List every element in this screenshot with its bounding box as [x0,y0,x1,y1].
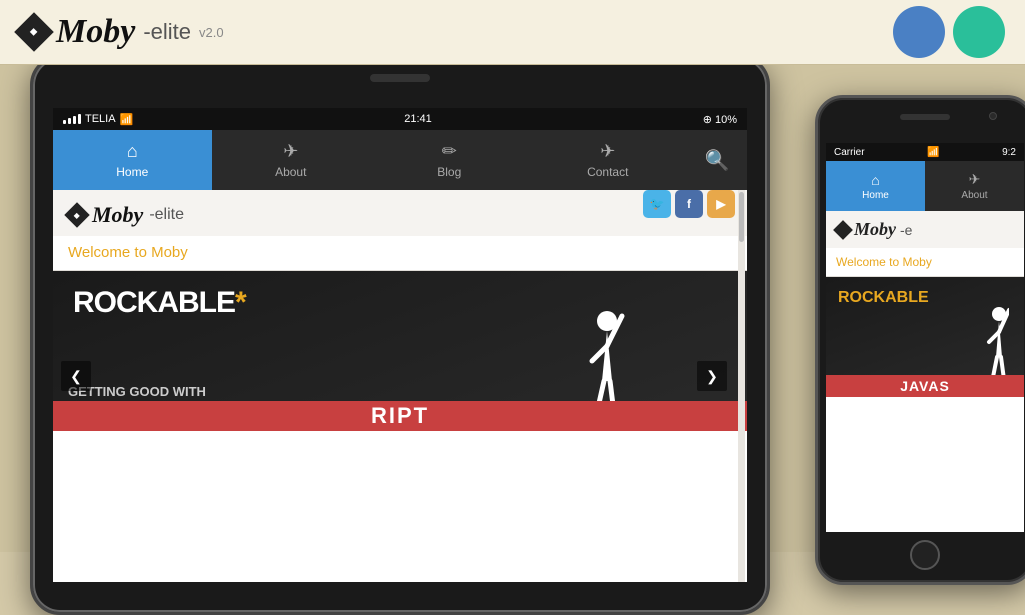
phone-nav-home[interactable]: ⌂ Home [826,161,925,211]
bar1 [63,120,66,124]
nav-blog[interactable]: ✏ Blog [370,130,529,190]
logo-elite-text: -elite [143,19,191,45]
phone-wifi-icon: 📶 [927,147,939,158]
phone-javas-text: JAVAS [900,378,950,394]
signal-bars [63,114,81,124]
carousel-next-button[interactable]: ❯ [697,361,727,391]
phone-home-button[interactable] [910,540,940,570]
tablet-wifi-icon: 📶 [120,113,134,126]
phone-camera [989,112,997,120]
phone-welcome-section: Welcome to Moby [826,248,1024,277]
phone-status-bar: Carrier 📶 9:2 [826,143,1024,161]
logo-diamond-icon [14,12,54,52]
twitter-icon[interactable]: 🐦 [643,190,671,218]
blog-icon: ✏ [442,141,457,162]
nav-contact[interactable]: ✈ Contact [529,130,688,190]
search-button[interactable]: 🔍 [687,130,747,190]
search-icon: 🔍 [705,148,730,173]
tablet-time: 21:41 [404,113,432,125]
nav-about-label: About [275,165,306,179]
tablet-status-bar: TELIA 📶 21:41 ⊕ 10% [53,108,747,130]
phone-logo-elite: -e [900,222,912,238]
carousel-prev-button[interactable]: ❮ [61,361,91,391]
phone-carrier: Carrier [834,147,865,158]
header: Moby -elite v2.0 [0,0,1025,65]
phone-about-icon: ✈ [969,171,981,188]
rockable-title: ROCKABLE* [73,286,246,320]
phone-content-logo: Moby -e [826,211,1024,248]
phone-speaker [900,114,950,120]
home-icon: ⌂ [127,141,138,162]
script-text: RIPT [371,403,429,429]
circle-blue[interactable] [893,6,945,58]
book-image-area: ROCKABLE* [53,271,747,431]
content-logo-elite: -elite [149,206,184,224]
nav-home[interactable]: ⌂ Home [53,130,212,190]
about-icon: ✈ [283,141,298,162]
rss-icon[interactable]: ▶ [707,190,735,218]
tablet-screen: TELIA 📶 21:41 ⊕ 10% ⌂ Home ✈ About ✏ [53,108,747,582]
phone-javas-bar: JAVAS [826,375,1024,397]
phone-navbar: ⌂ Home ✈ About [826,161,1024,211]
tablet-battery: ⊕ 10% [703,113,737,126]
tablet-device: TELIA 📶 21:41 ⊕ 10% ⌂ Home ✈ About ✏ [30,55,770,615]
logo-area: Moby -elite v2.0 [20,13,224,51]
social-icons: 🐦 f ▶ [643,190,735,218]
content-logo-text: Moby [92,202,143,228]
script-text-bar: RIPT [53,401,747,431]
phone-diamond-icon [833,220,853,240]
phone-rockable-text: ROCKABLE [838,289,929,307]
tablet-navbar: ⌂ Home ✈ About ✏ Blog ✈ Contact 🔍 [53,130,747,190]
tablet-content-area: ◆ Moby -elite Welcome to Moby [53,190,747,431]
contact-icon: ✈ [600,141,615,162]
tablet-camera [370,74,430,82]
bar4 [78,114,81,124]
nav-blog-label: Blog [437,165,461,179]
phone-welcome-text: Welcome to Moby [836,255,932,269]
phone-time: 9:2 [1002,147,1016,158]
welcome-text: Welcome to Moby [68,244,188,261]
circle-green[interactable] [953,6,1005,58]
nav-contact-label: Contact [587,165,628,179]
scrollbar-thumb [739,192,744,242]
main-content: TELIA 📶 21:41 ⊕ 10% ⌂ Home ✈ About ✏ [0,65,1025,552]
phone-logo-moby: Moby [854,219,896,240]
phone-book-area: ROCKABLE GETTING GOOD WITH JAVAS [826,277,1024,397]
logo-moby-text: Moby [56,13,135,51]
phone-home-label: Home [862,190,889,201]
logo-version: v2.0 [199,25,224,40]
tablet-carrier: TELIA [85,113,116,125]
phone-device: Carrier 📶 9:2 ⌂ Home ✈ About Moby -e [815,95,1025,585]
content-diamond-icon: ◆ [64,202,89,227]
scrollbar-track[interactable] [738,190,745,582]
book-cover: ROCKABLE* [53,271,747,431]
phone-about-label: About [961,190,987,201]
facebook-icon[interactable]: f [675,190,703,218]
phone-nav-about[interactable]: ✈ About [925,161,1024,211]
nav-home-label: Home [116,165,148,179]
tablet-status-left: TELIA 📶 [63,113,133,126]
bar2 [68,118,71,124]
bar3 [73,116,76,124]
rockable-brand-text: ROCKABLE* [73,286,246,319]
theme-circles [893,6,1005,58]
nav-about[interactable]: ✈ About [212,130,371,190]
welcome-section: Welcome to Moby [53,236,747,271]
phone-home-icon: ⌂ [871,172,879,188]
phone-screen: Carrier 📶 9:2 ⌂ Home ✈ About Moby -e [826,143,1024,532]
